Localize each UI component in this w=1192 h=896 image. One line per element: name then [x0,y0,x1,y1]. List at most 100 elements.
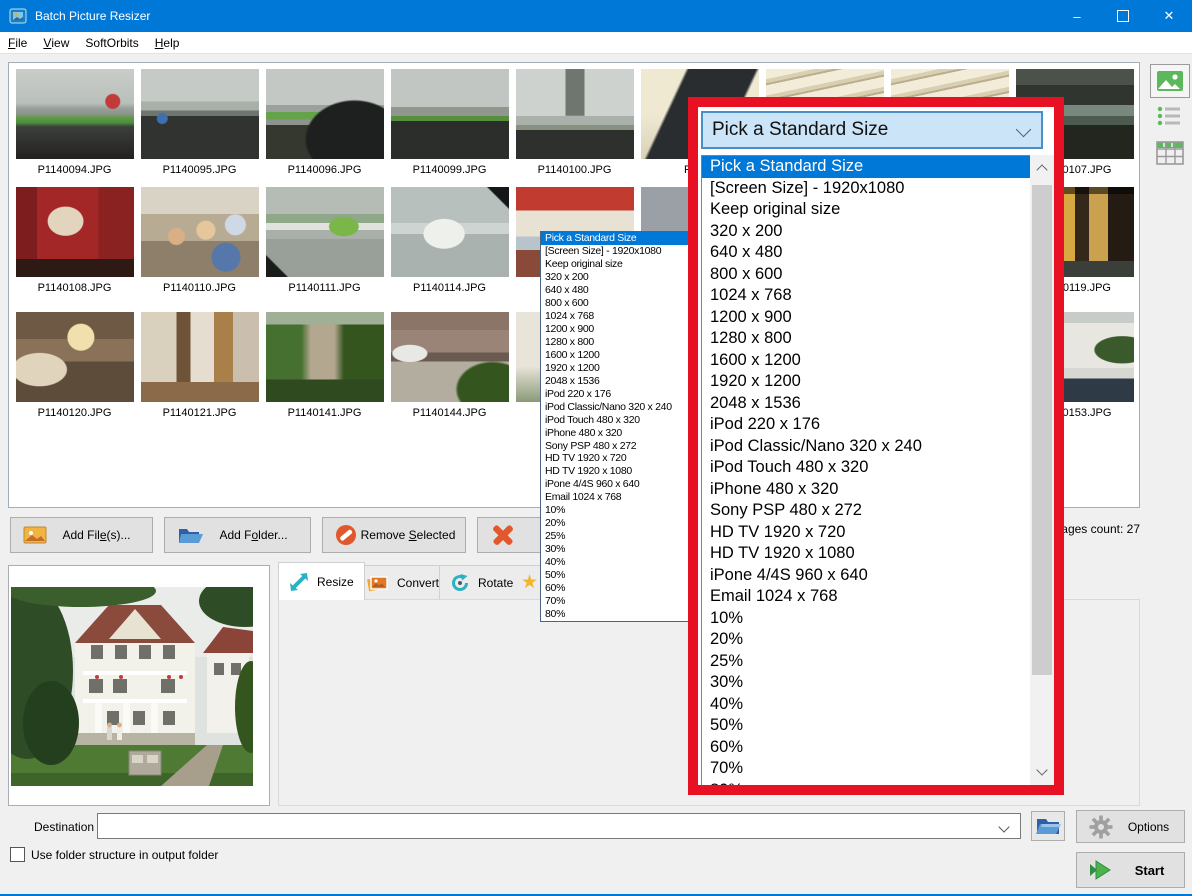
size-option[interactable]: iPod Touch 480 x 320 [541,414,688,427]
thumbnail-item[interactable]: P1140100.JPG [512,69,637,176]
size-option[interactable]: iPone 4/4S 960 x 640 [702,565,1047,587]
thumbnail-image[interactable] [141,312,259,402]
options-button[interactable]: Options [1076,810,1185,843]
tab-rotate[interactable]: Rotate [439,565,524,600]
scrollbar-thumb[interactable] [1032,185,1052,675]
size-option[interactable]: 25% [541,530,688,543]
size-option[interactable]: Email 1024 x 768 [541,491,688,504]
size-option[interactable]: 800 x 600 [702,264,1047,286]
folder-structure-option[interactable]: Use folder structure in output folder [10,847,218,862]
size-option[interactable]: 1024 x 768 [702,285,1047,307]
thumbnail-item[interactable]: P1140094.JPG [12,69,137,176]
thumbnail-image[interactable] [141,187,259,277]
thumbnail-item[interactable]: P1140096.JPG [262,69,387,176]
scroll-down-button[interactable] [1030,759,1054,785]
thumbnail-item[interactable]: P1140095.JPG [137,69,262,176]
thumbnail-item[interactable]: P1140108.JPG [12,187,137,294]
size-option[interactable]: 800 x 600 [541,297,688,310]
size-option[interactable]: 1200 x 900 [702,307,1047,329]
size-option[interactable]: 1920 x 1200 [702,371,1047,393]
size-option[interactable]: 25% [702,651,1047,673]
menu-item[interactable]: SoftOrbits [77,32,146,53]
thumbnail-item[interactable]: P1140120.JPG [12,312,137,419]
menu-item[interactable]: File [0,32,35,53]
tab-convert[interactable]: Convert [354,565,450,600]
remove-selected-button[interactable]: Remove Selected [322,517,466,553]
thumbnail-image[interactable] [16,187,134,277]
checkbox[interactable] [10,847,25,862]
size-option[interactable]: 80% [702,780,1047,786]
size-option[interactable]: 1280 x 800 [702,328,1047,350]
list-view-button[interactable] [1156,104,1182,128]
size-option[interactable]: 1600 x 1200 [702,350,1047,372]
size-option[interactable]: iPod Classic/Nano 320 x 240 [702,436,1047,458]
scroll-up-button[interactable] [1030,155,1054,181]
size-option[interactable]: 10% [541,504,688,517]
close-button[interactable]: ✕ [1146,0,1192,32]
size-option[interactable]: Email 1024 x 768 [702,586,1047,608]
size-option[interactable]: 640 x 480 [541,284,688,297]
overlay-scrollbar[interactable] [1030,155,1054,785]
size-option[interactable]: 70% [702,758,1047,780]
size-option[interactable]: 1024 x 768 [541,310,688,323]
size-option[interactable]: Sony PSP 480 x 272 [702,500,1047,522]
thumbnail-item[interactable]: P1140114.JPG [387,187,512,294]
size-option[interactable]: iPod 220 x 176 [702,414,1047,436]
size-option[interactable]: 40% [702,694,1047,716]
add-folder-button[interactable]: Add Folder... [164,517,311,553]
table-view-button[interactable] [1156,140,1184,166]
size-option[interactable]: 50% [702,715,1047,737]
size-option[interactable]: HD TV 1920 x 720 [702,522,1047,544]
thumbnail-image[interactable] [516,69,634,159]
add-files-button[interactable]: Add File(s)... [10,517,153,553]
thumbnail-image[interactable] [391,312,509,402]
size-option[interactable]: iPone 4/4S 960 x 640 [541,478,688,491]
thumbnail-image[interactable] [266,187,384,277]
thumbnail-item[interactable]: P1140111.JPG [262,187,387,294]
size-option[interactable]: Pick a Standard Size [541,232,688,245]
menu-item[interactable]: Help [147,32,188,53]
size-option[interactable]: 80% [541,608,688,621]
tab-partial-hidden[interactable]: ★ [519,565,541,601]
size-option[interactable]: 70% [541,595,688,608]
thumbnail-item[interactable]: P1140121.JPG [137,312,262,419]
size-option[interactable]: 1200 x 900 [541,323,688,336]
menu-item[interactable]: View [35,32,77,53]
size-option[interactable]: 2048 x 1536 [702,393,1047,415]
thumbnail-image[interactable] [391,187,509,277]
size-option[interactable]: Sony PSP 480 x 272 [541,440,688,453]
size-option[interactable]: 1920 x 1200 [541,362,688,375]
size-option[interactable]: Keep original size [541,258,688,271]
thumbnail-image[interactable] [16,312,134,402]
size-option[interactable]: iPod Touch 480 x 320 [702,457,1047,479]
size-option[interactable]: Keep original size [702,199,1047,221]
size-option[interactable]: 640 x 480 [702,242,1047,264]
thumbnail-image[interactable] [391,69,509,159]
size-option[interactable]: HD TV 1920 x 720 [541,452,688,465]
tab-resize[interactable]: Resize [278,562,365,600]
size-option[interactable]: 30% [702,672,1047,694]
size-option[interactable]: 320 x 200 [541,271,688,284]
size-option[interactable]: [Screen Size] - 1920x1080 [541,245,688,258]
thumbnail-image[interactable] [266,69,384,159]
size-option[interactable]: 1280 x 800 [541,336,688,349]
thumbnail-item[interactable]: P1140144.JPG [387,312,512,419]
size-option[interactable]: 20% [702,629,1047,651]
size-option[interactable]: [Screen Size] - 1920x1080 [702,178,1047,200]
minimize-button[interactable]: – [1054,0,1100,32]
overlay-standard-size-combobox[interactable]: Pick a Standard Size [701,111,1043,149]
size-option[interactable]: iPod 220 x 176 [541,388,688,401]
size-option[interactable]: 60% [541,582,688,595]
browse-folder-button[interactable] [1031,811,1065,841]
size-option[interactable]: 320 x 200 [702,221,1047,243]
thumbnail-image[interactable] [16,69,134,159]
size-option[interactable]: 30% [541,543,688,556]
size-option[interactable]: 50% [541,569,688,582]
size-option[interactable]: 40% [541,556,688,569]
size-option[interactable]: HD TV 1920 x 1080 [702,543,1047,565]
thumbnail-image[interactable] [266,312,384,402]
size-option[interactable]: iPod Classic/Nano 320 x 240 [541,401,688,414]
size-option[interactable]: 20% [541,517,688,530]
size-option[interactable]: Pick a Standard Size [702,156,1047,178]
size-option[interactable]: iPhone 480 x 320 [702,479,1047,501]
